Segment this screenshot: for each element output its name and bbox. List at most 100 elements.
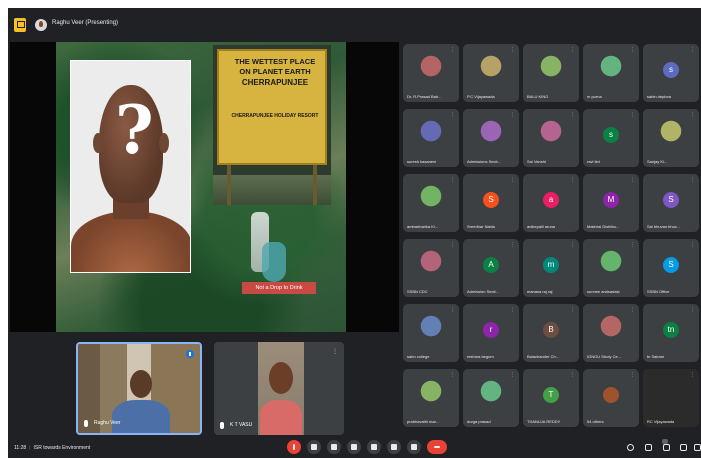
participant-name: BALU KING [527, 94, 549, 99]
participant-tile[interactable]: ⋮ RC Vijayawada [643, 369, 699, 427]
participant-tile[interactable]: ⋮ IGNOU Study Ce... [583, 304, 639, 362]
participant-name: manasa raj raj [527, 289, 553, 294]
participant-tile[interactable]: S ⋮ SSBN Office [643, 239, 699, 297]
participant-avatar: a [543, 192, 559, 208]
participant-tile[interactable]: B ⋮ Balachander Ch... [523, 304, 579, 362]
participant-tile[interactable]: ⋮ BALU KING [523, 44, 579, 102]
participant-tile[interactable]: ⋮ Sai Vanshi [523, 109, 579, 167]
mic-off-icon [293, 444, 295, 450]
mic-off-icon: ⋮ [630, 112, 635, 118]
participant-tile[interactable]: ⋮ sunnee andsadasi [583, 239, 639, 297]
hang-up-icon [434, 446, 440, 448]
mic-off-icon: ⋮ [450, 112, 455, 118]
participant-tile[interactable]: s ⋮ sabin deplora [643, 44, 699, 102]
present-icon [371, 444, 377, 450]
mic-off-icon: ⋮ [510, 177, 515, 183]
mic-off-icon: ⋮ [630, 242, 635, 248]
participant-tile[interactable]: M ⋮ Material Distribu... [583, 174, 639, 232]
participant-tile[interactable]: S ⋮ Sreedhar Naidu [463, 174, 519, 232]
more-options-button[interactable] [407, 440, 421, 454]
shared-presentation: ? THE WETTEST PLACE ON PLANET EARTH CHER… [10, 42, 399, 332]
lock-icon[interactable] [694, 444, 701, 451]
participant-avatar: s [603, 127, 619, 143]
participant-avatar: B [543, 322, 559, 338]
speaker-video-tile[interactable]: Raghu Veer [76, 342, 202, 435]
participant-avatar: S [483, 192, 499, 208]
participant-tile[interactable]: ⋮ Dr. R.Prasad Bab... [403, 44, 459, 102]
participant-name: ambariharika Ki... [407, 224, 439, 229]
chat-icon[interactable] [663, 444, 670, 451]
participant-tile[interactable]: ⋮ P.C.Vijayawada [463, 44, 519, 102]
participant-tile[interactable]: r ⋮ reshma begum [463, 304, 519, 362]
mic-off-icon: ⋮ [450, 177, 455, 183]
participant-tile[interactable]: s ⋮ ravi tkrl [583, 109, 639, 167]
sign-line-4: CHERRAPUNJEE HOLIDAY RESORT [231, 113, 319, 119]
meeting-time: 11:28 [14, 445, 27, 451]
emoji-button[interactable] [347, 440, 361, 454]
cherrapunjee-sign-image: THE WETTEST PLACE ON PLANET EARTH CHERRA… [213, 45, 331, 205]
mic-off-icon: ⋮ [570, 242, 575, 248]
sign-line-2: ON PLANET EARTH [239, 67, 311, 76]
participant-tile[interactable]: tn ⋮ tn Sairam [643, 304, 699, 362]
participant-avatar: tn [663, 322, 679, 338]
mic-off-icon: ⋮ [690, 307, 695, 313]
mic-off-icon: ⋮ [630, 307, 635, 313]
raise-hand-button[interactable] [387, 440, 401, 454]
participant-avatar: r [483, 322, 499, 338]
participant-name: SSBN Office [647, 289, 670, 294]
participant-name: 54 others [587, 419, 604, 424]
pin-icon[interactable] [186, 350, 194, 358]
participant-tile[interactable]: ⋮ Sanjay Ki... [643, 109, 699, 167]
others-avatar-stack [603, 387, 619, 403]
hand-icon [391, 444, 397, 450]
participant-name: ravi tkrl [587, 159, 600, 164]
participant-tile[interactable]: m ⋮ manasa raj raj [523, 239, 579, 297]
participant-tile[interactable]: ⋮ ambariharika Ki... [403, 174, 459, 232]
participant-tile[interactable]: T ⋮ THANUJA REDDY [523, 369, 579, 427]
activities-icon[interactable] [680, 444, 687, 451]
separator: | [29, 445, 31, 451]
participant-tile[interactable]: ⋮ m purna [583, 44, 639, 102]
captions-button[interactable] [327, 440, 341, 454]
participant-tile[interactable]: A ⋮ Admission Secti... [463, 239, 519, 297]
tile-more-icon[interactable]: ⋮ [332, 348, 338, 355]
participant-tile[interactable]: ⋮ durga prasad [463, 369, 519, 427]
more-vert-icon [411, 444, 417, 450]
participant-avatar: A [483, 257, 499, 273]
mic-off-icon: ⋮ [570, 372, 575, 378]
vasu-video-tile[interactable]: ⋮ K T VASU [214, 342, 344, 435]
people-icon[interactable] [645, 444, 652, 451]
participant-tile[interactable]: ⋮ Admissions Secti... [463, 109, 519, 167]
presentation-icon[interactable] [14, 18, 26, 32]
participant-tile[interactable]: ⋮ suresh kasaneni [403, 109, 459, 167]
participant-tile[interactable]: ⋮ sabn college [403, 304, 459, 362]
mic-off-icon: ⋮ [510, 47, 515, 53]
participant-tile[interactable]: ⋮ prabhavathi mar... [403, 369, 459, 427]
mic-off-icon: ⋮ [510, 372, 515, 378]
presenting-label: Raghu Veer (Presenting) [52, 20, 119, 26]
participant-name: anikepalli aruna [527, 224, 556, 229]
emoji-icon [351, 444, 357, 450]
participant-name: durga prasad [467, 419, 491, 424]
present-button[interactable] [367, 440, 381, 454]
mic-off-icon: ⋮ [450, 307, 455, 313]
participant-tile[interactable]: S ⋮ Sai bhuvan bhuv... [643, 174, 699, 232]
mic-off-icon: ⋮ [510, 242, 515, 248]
participant-tile[interactable]: ⋮ 54 others [583, 369, 639, 427]
mic-off-icon: ⋮ [450, 372, 455, 378]
camera-toggle-button[interactable] [307, 440, 321, 454]
pool [262, 242, 286, 282]
mic-off-icon: ⋮ [630, 372, 635, 378]
participant-name: Material Distribu... [587, 224, 620, 229]
sign-line-1: THE WETTEST PLACE [234, 57, 316, 66]
shoulders [71, 211, 190, 272]
participant-tile[interactable]: a ⋮ anikepalli aruna [523, 174, 579, 232]
mic-toggle-button[interactable] [287, 440, 301, 454]
speaker-body [112, 400, 170, 433]
mic-off-icon: ⋮ [450, 47, 455, 53]
mic-off-icon: ⋮ [570, 177, 575, 183]
info-icon[interactable] [627, 444, 634, 451]
leave-call-button[interactable] [427, 440, 447, 454]
meeting-info: 11:28 | ISR towards Environment [14, 445, 90, 451]
participant-tile[interactable]: ⋮ SSBN CDC [403, 239, 459, 297]
